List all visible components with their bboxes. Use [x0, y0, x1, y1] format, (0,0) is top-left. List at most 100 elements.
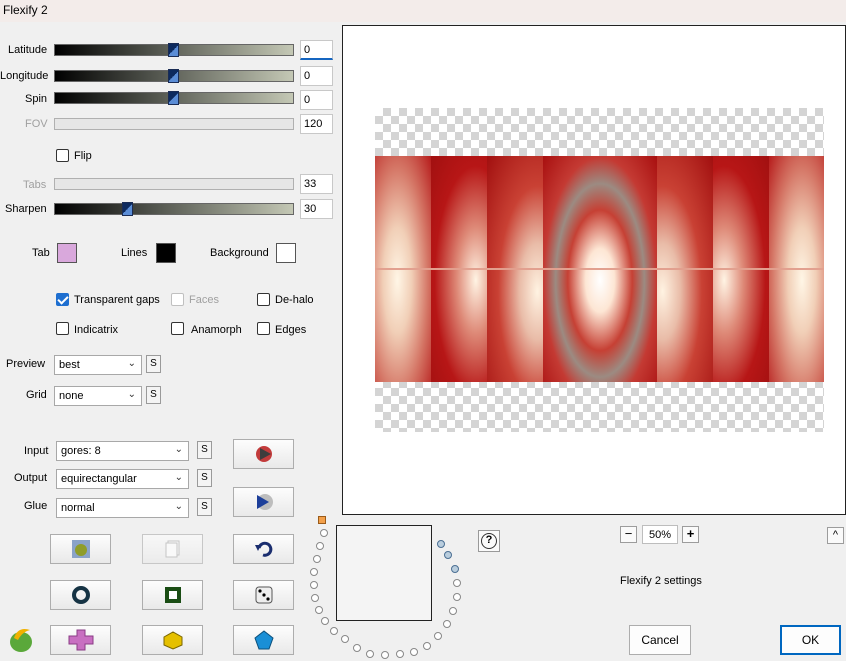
- latitude-slider-thumb[interactable]: [168, 43, 179, 57]
- lines-color-swatch[interactable]: [156, 243, 176, 263]
- preset-dot[interactable]: [311, 594, 319, 602]
- zoom-in-button[interactable]: +: [682, 526, 699, 543]
- preset-dot[interactable]: [443, 620, 451, 628]
- help-button[interactable]: ?: [478, 530, 500, 552]
- edges-label: Edges: [275, 324, 307, 336]
- preview-pane[interactable]: [342, 25, 846, 515]
- preset-dot[interactable]: [453, 593, 461, 601]
- cross-icon: [68, 629, 93, 651]
- preset-dot[interactable]: [453, 579, 461, 587]
- preset-dot[interactable]: [315, 606, 323, 614]
- indicatrix-checkbox[interactable]: [56, 322, 69, 335]
- preset-dot[interactable]: [321, 617, 329, 625]
- block-icon: [163, 631, 182, 650]
- preset-dot[interactable]: [341, 635, 349, 643]
- latitude-input[interactable]: 0: [300, 40, 333, 60]
- preset-dot[interactable]: [449, 607, 457, 615]
- ok-button[interactable]: OK: [780, 625, 841, 655]
- preset-dot[interactable]: [330, 627, 338, 635]
- sharpen-label: Sharpen: [5, 203, 47, 215]
- preset-dot[interactable]: [444, 551, 452, 559]
- undo-button[interactable]: [233, 534, 294, 564]
- cross-shape-button[interactable]: [50, 625, 111, 655]
- grid-select[interactable]: none ⌄: [54, 386, 142, 406]
- preset-dot[interactable]: [316, 542, 324, 550]
- grid-s-button[interactable]: S: [146, 386, 161, 404]
- sharpen-slider[interactable]: [54, 202, 294, 216]
- anamorph-checkbox[interactable]: [171, 322, 184, 335]
- lines-color-label: Lines: [121, 247, 148, 259]
- glue-select-label: Glue: [24, 500, 48, 512]
- animate-icon: [256, 494, 273, 510]
- input-s-button[interactable]: S: [197, 441, 212, 459]
- image-icon: [71, 540, 90, 558]
- de-halo-checkbox[interactable]: [257, 293, 270, 306]
- background-color-swatch[interactable]: [276, 243, 296, 263]
- glue-s-button[interactable]: S: [197, 498, 212, 516]
- spin-input[interactable]: 0: [300, 90, 333, 110]
- preset-dot[interactable]: [353, 644, 361, 652]
- preset-dot[interactable]: [396, 650, 404, 658]
- block-shape-button[interactable]: [142, 625, 203, 655]
- preset-dot[interactable]: [381, 651, 389, 659]
- tabs-input[interactable]: 33: [300, 174, 333, 194]
- preset-dot[interactable]: [437, 540, 445, 548]
- transparent-gaps-checkbox[interactable]: [56, 293, 69, 306]
- frame-button[interactable]: [142, 580, 203, 610]
- longitude-label: Longitude: [0, 70, 49, 82]
- preset-dot[interactable]: [366, 650, 374, 658]
- preset-dot[interactable]: [310, 581, 318, 589]
- fov-input[interactable]: 120: [300, 114, 333, 134]
- zoom-out-button[interactable]: −: [620, 526, 637, 543]
- tabs-label: Tabs: [23, 179, 47, 191]
- preset-dot[interactable]: [410, 648, 418, 656]
- spin-slider-thumb[interactable]: [168, 91, 179, 105]
- sharpen-slider-thumb[interactable]: [122, 202, 133, 216]
- edges-checkbox[interactable]: [257, 322, 270, 335]
- faces-label: Faces: [189, 294, 219, 306]
- preview-select[interactable]: best ⌄: [54, 355, 142, 375]
- preset-dot[interactable]: [423, 642, 431, 650]
- input-select-label: Input: [24, 445, 49, 457]
- preset-dot[interactable]: [320, 529, 328, 537]
- preview-rendered-strip: [375, 156, 824, 382]
- preset-dot[interactable]: [310, 568, 318, 576]
- preset-dot[interactable]: [313, 555, 321, 563]
- ring-button[interactable]: [50, 580, 111, 610]
- preset-dot[interactable]: [434, 632, 442, 640]
- output-select[interactable]: equirectangular ⌄: [56, 469, 189, 489]
- collapse-button[interactable]: ^: [827, 527, 844, 544]
- render-button[interactable]: [233, 439, 294, 469]
- cancel-button[interactable]: Cancel: [629, 625, 691, 655]
- output-s-button[interactable]: S: [197, 469, 212, 487]
- glue-select[interactable]: normal ⌄: [56, 498, 189, 518]
- input-select[interactable]: gores: 8 ⌄: [56, 441, 189, 461]
- title-bar: Flexify 2: [0, 0, 846, 22]
- latitude-slider[interactable]: [54, 43, 294, 57]
- output-select-value: equirectangular: [61, 473, 137, 485]
- longitude-slider-thumb[interactable]: [168, 69, 179, 83]
- anamorph-label: Anamorph: [191, 324, 242, 336]
- background-color-label: Background: [210, 247, 269, 259]
- preset-dot[interactable]: [451, 565, 459, 573]
- settings-name-label: Flexify 2 settings: [620, 575, 702, 587]
- grid-select-value: none: [59, 390, 84, 402]
- sharpen-input[interactable]: 30: [300, 199, 333, 219]
- random-button[interactable]: [233, 580, 294, 610]
- fov-label: FOV: [25, 118, 48, 130]
- longitude-input[interactable]: 0: [300, 66, 333, 86]
- animate-button[interactable]: [233, 487, 294, 517]
- zoom-level-field[interactable]: 50%: [642, 525, 678, 544]
- tab-color-swatch[interactable]: [57, 243, 77, 263]
- de-halo-label: De-halo: [275, 294, 314, 306]
- gem-shape-button[interactable]: [233, 625, 294, 655]
- import-image-button[interactable]: [50, 534, 111, 564]
- help-icon: ?: [481, 533, 497, 549]
- chevron-down-icon: ⌄: [174, 472, 183, 483]
- spin-slider[interactable]: [54, 91, 294, 105]
- preset-thumbnail[interactable]: [336, 525, 432, 621]
- flip-checkbox[interactable]: [56, 149, 69, 162]
- grid-select-label: Grid: [26, 389, 47, 401]
- preview-s-button[interactable]: S: [146, 355, 161, 373]
- longitude-slider[interactable]: [54, 69, 294, 83]
